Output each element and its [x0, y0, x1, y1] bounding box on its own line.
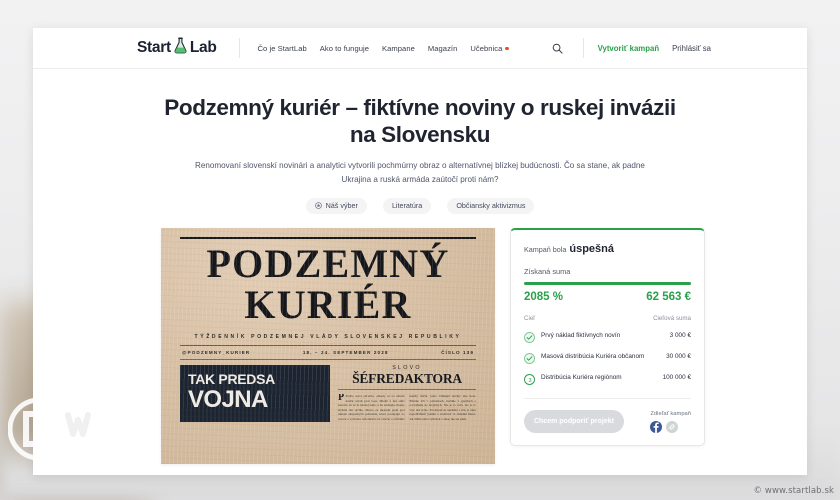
create-campaign-button[interactable]: Vytvoriť kampaň: [598, 44, 660, 53]
new-badge-dot: [505, 46, 509, 51]
nav-item-kampane[interactable]: Kampane: [382, 44, 415, 53]
editorial-body: P Prešla sotva päťačka, odkedy sa na našo…: [338, 394, 476, 421]
flask-icon: [173, 37, 188, 59]
copyright-watermark: © www.startlab.sk: [753, 486, 834, 496]
brand-logo[interactable]: Start Lab: [137, 37, 217, 59]
brand-label-start: Start: [137, 39, 171, 56]
headline-line-1: TAK PREDSA: [188, 370, 275, 387]
tag-list: Náš výber Literatúra Občiansky aktivizmu…: [153, 197, 687, 214]
site-header: Start Lab Čo je StartLab Ako to funguje …: [33, 28, 807, 69]
share-icon-list: [650, 421, 691, 434]
tag-obciansky-aktivizmus[interactable]: Občiansky aktivizmus: [447, 197, 535, 214]
progress-bar: [524, 281, 691, 286]
nav-item-co-je-startlab[interactable]: Čo je StartLab: [258, 44, 307, 53]
link-icon[interactable]: [666, 421, 679, 434]
goals-header-right: Cieľová suma: [653, 315, 691, 323]
star-badge-icon: [314, 202, 322, 210]
newspaper-body: TAK PREDSA VOJNA SLOVO ŠÉFREDAKTORA P Pre…: [180, 364, 476, 423]
share-section: Zdieľať kampaň: [650, 411, 691, 434]
search-icon[interactable]: [547, 37, 569, 59]
goal-name: Prvý náklad fiktívnych novín: [541, 332, 621, 340]
goal-row: Masová distribúcia Kuriéra občanom 30 00…: [524, 347, 691, 368]
tag-literatura[interactable]: Literatúra: [382, 197, 432, 214]
campaign-figures: 2085 % 62 563 €: [524, 291, 691, 303]
masthead-line-1: PODZEMNÝ: [206, 240, 450, 286]
page-lead: Renomovaní slovenskí novinári a analytic…: [195, 161, 645, 184]
newspaper-date: 18. – 24. SEPTEMBER 2028: [302, 349, 389, 355]
newspaper-sheet: PODZEMNÝ KURIÉR TÝŽDENNÍK PODZEMNEJ VLÁD…: [170, 232, 486, 464]
goal-row: 3 Distribúcia Kuriéra regiónom 100 000 €: [524, 368, 691, 389]
newspaper-top-rule: [180, 236, 476, 239]
tag-nas-vyber[interactable]: Náš výber: [305, 197, 367, 214]
newspaper-headline-block: TAK PREDSA VOJNA: [180, 364, 330, 423]
facebook-icon[interactable]: [650, 421, 663, 434]
newspaper-handle: @PODZEMNY_KURIER: [182, 349, 251, 355]
newspaper-issue: ČÍSLO 139: [441, 349, 474, 355]
check-icon: [524, 332, 535, 344]
headline-line-2: VOJNA: [188, 385, 268, 413]
progress-percent: 2085 %: [524, 291, 564, 304]
campaign-divider: [524, 398, 691, 400]
main-nav: Čo je StartLab Ako to funguje Kampane Ma…: [258, 44, 509, 53]
editorial-title: ŠÉFREDAKTORA: [352, 370, 462, 386]
tag-label: Literatúra: [391, 201, 423, 211]
hero-section: Podzemný kuriér – fiktívne noviny o rusk…: [33, 69, 807, 214]
newspaper-subtitle: TÝŽDENNÍK PODZEMNEJ VLÁDY SLOVENSKEJ REP…: [194, 333, 462, 340]
screenshot-stage: Start Lab Čo je StartLab Ako to funguje …: [0, 0, 840, 500]
nav-item-ako-to-funguje[interactable]: Ako to funguje: [320, 44, 369, 53]
dw-logo: [8, 398, 114, 460]
header-divider-left: [238, 38, 240, 58]
editorial-rule: [338, 389, 476, 391]
editorial-kicker: SLOVO: [392, 364, 422, 371]
step-three-icon: 3: [524, 374, 535, 386]
goal-amount: 30 000 €: [666, 353, 691, 361]
page-screenshot-card: Start Lab Čo je StartLab Ako to funguje …: [33, 28, 807, 475]
masthead-line-2: KURIÉR: [244, 281, 412, 327]
header-divider-right: [582, 38, 584, 58]
tag-label: Náš výber: [325, 201, 358, 211]
campaign-card: Kampaň bola úspešná Získaná suma 2085 % 6…: [510, 227, 705, 447]
svg-text:3: 3: [528, 378, 531, 384]
goal-amount: 100 000 €: [662, 374, 691, 382]
newspaper-editorial-column: SLOVO ŠÉFREDAKTORA P Prešla sotva päťačka…: [338, 365, 476, 422]
raised-amount: 62 563 €: [646, 291, 691, 304]
goal-name: Masová distribúcia Kuriéra občanom: [541, 353, 645, 361]
goal-name: Distribúcia Kuriéra regiónom: [541, 374, 622, 382]
goal-row: Prvý náklad fiktívnych novín 3 000 €: [524, 326, 691, 347]
editorial-dropcap: P: [338, 394, 345, 404]
raised-amount-label: Získaná suma: [524, 266, 571, 276]
nav-item-magazin[interactable]: Magazín: [428, 44, 457, 53]
newspaper-masthead: PODZEMNÝ KURIÉR: [170, 240, 486, 327]
page-title: Podzemný kuriér – fiktívne noviny o rusk…: [164, 95, 676, 147]
check-icon: [524, 353, 535, 365]
goal-amount: 3 000 €: [669, 332, 691, 340]
campaign-footer: Chcem podporiť projekt Zdieľať kampaň: [524, 410, 691, 434]
support-project-button[interactable]: Chcem podporiť projekt: [524, 410, 624, 434]
newspaper-meta-row: @PODZEMNY_KURIER 18. – 24. SEPTEMBER 202…: [170, 346, 486, 355]
newspaper-rule-2: [180, 344, 476, 346]
header-actions: Vytvoriť kampaň Prihlásiť sa: [547, 37, 807, 59]
campaign-status-value: úspešná: [569, 242, 614, 255]
newspaper-rule-3: [180, 358, 476, 360]
goals-table-header: Cieľ Cieľová suma: [524, 315, 691, 326]
share-label: Zdieľať kampaň: [650, 411, 691, 418]
goals-header-left: Cieľ: [524, 315, 536, 323]
login-link[interactable]: Prihlásiť sa: [672, 44, 711, 53]
tag-label: Občiansky aktivizmus: [456, 201, 526, 211]
campaign-status: Kampaň bola úspešná: [524, 243, 691, 255]
brand-label-lab: Lab: [189, 39, 217, 56]
campaign-status-prefix: Kampaň bola: [524, 244, 567, 254]
nav-item-ucebnica[interactable]: Učebnica: [470, 44, 509, 53]
content-area: PODZEMNÝ KURIÉR TÝŽDENNÍK PODZEMNEJ VLÁD…: [33, 214, 807, 464]
campaign-cover-image[interactable]: PODZEMNÝ KURIÉR TÝŽDENNÍK PODZEMNEJ VLÁD…: [161, 227, 495, 464]
